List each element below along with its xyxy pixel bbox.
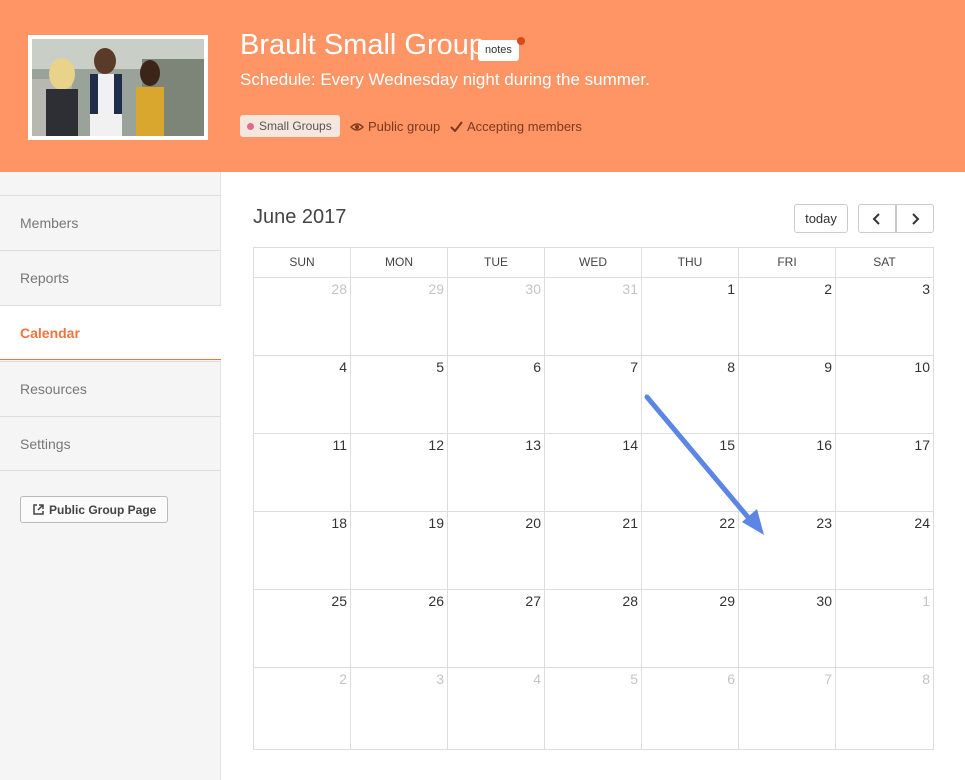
arrow-shaft xyxy=(644,394,755,525)
annotation-arrow xyxy=(644,394,764,535)
